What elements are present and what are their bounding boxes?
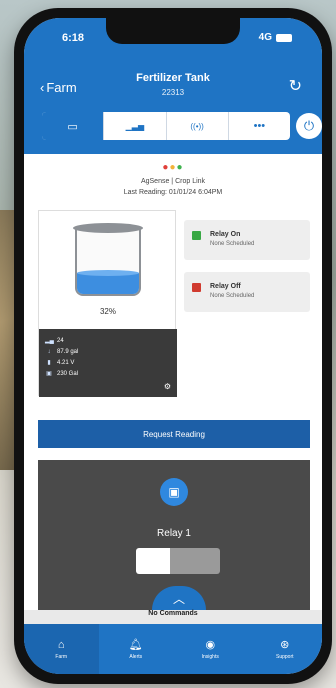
device-source: AgSense | Crop Link [140,178,206,185]
relay-toggle[interactable] [136,548,220,574]
reading-row: ▣ 230 Gal [45,368,171,379]
relay-control-panel: ▣ Relay 1 ︿ [38,460,310,610]
expand-drawer-button[interactable]: ︿ [152,586,206,610]
relay-on-indicator [192,231,201,240]
gear-icon[interactable]: ⚙ [164,382,171,391]
reading-row: ▂▄ 24 [45,335,171,346]
bell-icon: 🔔︎ [128,639,143,651]
tab-signal[interactable]: ((•)) [167,112,229,140]
relay-on-card[interactable]: Relay On None Scheduled [184,220,310,260]
tank-card: 32% ▂▄ 24 ↓ 87.9 gal ▮ 4.21 V ▣ 230 Gal … [38,210,177,397]
reading-value: 24 [57,337,64,344]
nav-label: Insights [201,654,219,660]
nav-label: Alerts [129,654,143,660]
tank-fill-surface [77,269,139,276]
last-reading: Last Reading: 01/01/24 6:04PM [123,189,223,196]
phone-screen: 6:18 4G ‹ Farm Fertilizer Tank 22313 ↻ ▭… [24,18,322,674]
signal-icon: ((•)) [190,121,204,131]
eye-icon: ◉ [205,639,216,651]
phone-frame: 6:18 4G ‹ Farm Fertilizer Tank 22313 ↻ ▭… [14,8,332,684]
relay-off-indicator [192,283,201,292]
tab-bar: ▭ ▁▃▅ ((•)) ••• [42,112,290,140]
network-label: 4G [258,32,272,43]
reading-row: ▮ 4.21 V [45,357,171,368]
fill-icon: ↓ [47,348,51,355]
tab-more[interactable]: ••• [229,112,290,140]
battery-icon: ▮ [47,360,51,366]
bottom-nav: ⌂ Farm 🔔︎ Alerts ◉ Insights ⊛ Support [24,624,322,674]
relay-off-schedule: None Scheduled [210,293,255,299]
tank-icon: ▣ [46,371,52,377]
phone-notch [106,18,240,44]
refresh-icon[interactable]: ↻ [289,76,302,96]
tank-fill [77,269,139,294]
nav-alerts[interactable]: 🔔︎ Alerts [99,624,174,674]
device-id: 22313 [161,88,185,97]
lifebuoy-icon: ⊛ [280,639,290,651]
reading-value: 230 Gal [57,370,79,377]
status-time: 6:18 [62,32,85,44]
main-content: ●●● AgSense | Crop Link Last Reading: 01… [24,154,322,624]
more-icon: ••• [253,120,266,132]
relay-off-card[interactable]: Relay Off None Scheduled [184,272,310,312]
status-dot-yellow: ● [169,162,177,173]
nav-farm[interactable]: ⌂ Farm [24,624,99,674]
readings-panel: ▂▄ 24 ↓ 87.9 gal ▮ 4.21 V ▣ 230 Gal ⚙ [39,329,177,397]
reading-value: 87.9 gal [57,348,79,355]
nav-support[interactable]: ⊛ Support [248,624,323,674]
status-dot-green: ● [176,162,184,173]
calendar-icon[interactable]: ▣ [160,478,188,506]
chart-icon: ▂▄ [45,338,54,344]
farm-icon: ⌂ [57,638,65,651]
page-title: Fertilizer Tank [136,72,210,84]
tank-body [75,228,141,296]
tank-percent: 32% [99,307,116,316]
relay-on-label: Relay On [210,231,241,238]
tab-overview[interactable]: ▭ [42,112,105,140]
relay-off-label: Relay Off [210,283,241,290]
tab-chart[interactable]: ▁▃▅ [104,112,167,140]
nav-label: Farm [55,653,68,660]
nav-insights[interactable]: ◉ Insights [173,624,248,674]
battery-icon [276,33,292,42]
chevron-up-icon: ︿ [172,591,185,606]
nav-label: Support [275,654,294,660]
commands-status: No Commands [24,610,322,624]
status-dots: ●●● [24,162,322,173]
power-button[interactable]: ⏻ [296,113,322,139]
tank-graphic [73,223,143,299]
request-reading-button[interactable]: Request Reading [38,420,310,448]
toggle-on-segment[interactable] [136,548,170,574]
relay-label: Relay 1 [157,528,191,539]
status-indicators: 4G [259,32,292,43]
relay-on-schedule: None Scheduled [210,241,255,247]
reading-value: 4.21 V [57,359,75,366]
toggle-icon: ▭ [67,120,78,133]
power-icon: ⏻ [303,118,315,133]
toggle-off-segment[interactable] [170,548,220,574]
reading-row: ↓ 87.9 gal [45,346,171,357]
tank-rim [73,223,143,233]
chart-icon: ▁▃▅ [125,121,145,131]
